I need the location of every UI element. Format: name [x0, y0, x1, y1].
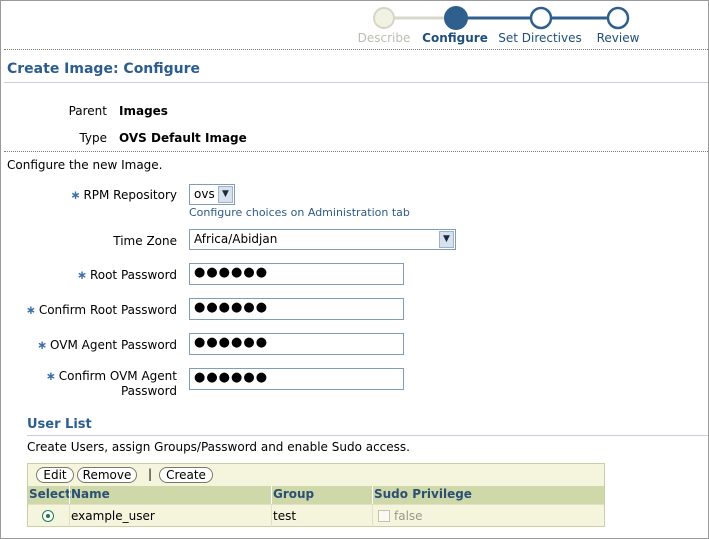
confirm-ovm-agent-password-label-line2: Password — [120, 384, 177, 398]
train-step-set-directives[interactable]: Set Directives — [498, 31, 582, 45]
column-header-group[interactable]: Group — [273, 487, 314, 501]
confirm-ovm-agent-password-label-line1: Confirm OVM Agent — [58, 369, 177, 383]
sudo-privilege-checkbox — [378, 510, 390, 522]
root-password-label-text: Root Password — [89, 268, 177, 282]
train-step-configure-icon — [444, 6, 468, 30]
train-step-review[interactable]: Review — [597, 31, 640, 45]
column-divider — [69, 505, 70, 527]
create-button[interactable]: Create — [159, 467, 213, 483]
column-header-sudo-privilege[interactable]: Sudo Privilege — [374, 487, 472, 501]
user-name-cell: example_user — [71, 509, 155, 523]
root-password-input[interactable]: ●●●●●● — [189, 263, 404, 285]
rpm-repository-label-text: RPM Repository — [83, 188, 177, 202]
train-step-set-directives-icon[interactable] — [529, 6, 553, 30]
row-select-radio[interactable] — [42, 510, 54, 522]
column-header-select: Select — [29, 487, 71, 501]
type-label: Type — [79, 131, 107, 145]
time-zone-label: Time Zone — [113, 234, 177, 248]
remove-button[interactable]: Remove — [77, 467, 137, 483]
confirm-ovm-agent-password-label: ∗ Confirm OVM Agent Password — [0, 369, 177, 399]
confirm-root-password-label: ∗ Confirm Root Password — [0, 303, 177, 317]
train-step-configure: Configure — [422, 31, 488, 45]
table-row: example_user test false — [28, 504, 604, 527]
step-train: Describe Configure Set Directives Review — [0, 0, 709, 50]
ovm-agent-password-label: ∗ OVM Agent Password — [0, 338, 177, 352]
column-divider — [372, 486, 373, 504]
column-divider — [271, 505, 272, 527]
required-icon: ∗ — [76, 268, 87, 282]
rpm-repository-label: ∗ RPM Repository — [0, 188, 177, 202]
title-underline — [4, 82, 708, 83]
time-zone-value: Africa/Abidjan — [194, 232, 278, 246]
confirm-root-password-input[interactable]: ●●●●●● — [189, 298, 404, 320]
root-password-label: ∗ Root Password — [0, 268, 177, 282]
radio-selected-dot — [46, 514, 50, 518]
divider — [4, 49, 708, 50]
confirm-ovm-agent-password-input[interactable]: ●●●●●● — [189, 368, 404, 390]
user-list-title: User List — [27, 417, 92, 432]
table-toolbar: Edit Remove | Create — [28, 464, 604, 486]
train-step-review-icon[interactable] — [606, 6, 630, 30]
rpm-repository-select[interactable]: ovs ▼ — [189, 184, 235, 205]
parent-value: Images — [119, 104, 168, 118]
chevron-down-icon[interactable]: ▼ — [218, 186, 233, 203]
table-header: Select Name Group Sudo Privilege — [28, 486, 604, 504]
required-icon: ∗ — [45, 369, 56, 383]
user-list-underline — [27, 435, 708, 436]
chevron-down-icon[interactable]: ▼ — [439, 231, 454, 248]
required-icon: ∗ — [25, 303, 36, 317]
toolbar-separator: | — [148, 467, 153, 481]
column-divider — [69, 486, 70, 504]
column-divider — [372, 505, 373, 527]
column-header-name[interactable]: Name — [71, 487, 110, 501]
type-value: OVS Default Image — [119, 131, 247, 145]
page-title: Create Image: Configure — [7, 61, 201, 77]
instructions-text: Configure the new Image. — [7, 158, 163, 172]
column-divider — [271, 486, 272, 504]
ovm-agent-password-label-text: OVM Agent Password — [50, 338, 177, 352]
time-zone-select[interactable]: Africa/Abidjan ▼ — [189, 229, 456, 250]
user-list-description: Create Users, assign Groups/Password and… — [27, 440, 410, 454]
train-step-describe-icon[interactable] — [373, 7, 395, 29]
divider — [4, 151, 708, 152]
rpm-repository-value: ovs — [194, 187, 215, 201]
edit-button[interactable]: Edit — [36, 467, 74, 483]
required-icon: ∗ — [36, 338, 47, 352]
required-icon: ∗ — [70, 188, 81, 202]
ovm-agent-password-input[interactable]: ●●●●●● — [189, 333, 404, 355]
parent-label: Parent — [68, 104, 107, 118]
sudo-privilege-value: false — [394, 509, 423, 523]
train-step-describe[interactable]: Describe — [358, 31, 411, 45]
confirm-root-password-label-text: Confirm Root Password — [38, 303, 177, 317]
rpm-repository-hint: Configure choices on Administration tab — [189, 206, 410, 219]
user-group-cell: test — [273, 509, 297, 523]
user-table: Edit Remove | Create Select Name Group S… — [27, 463, 605, 527]
